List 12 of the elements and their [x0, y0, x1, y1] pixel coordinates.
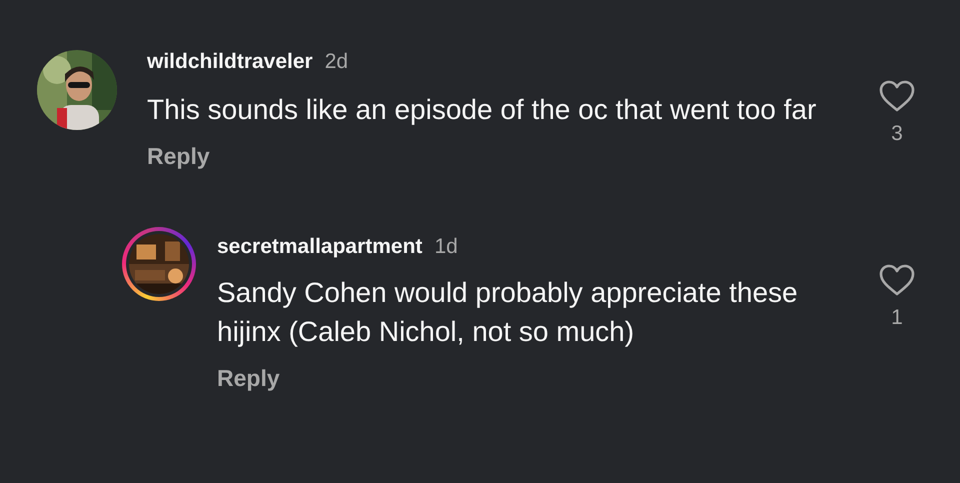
- heart-icon[interactable]: [879, 264, 915, 296]
- timestamp: 2d: [324, 50, 348, 74]
- reply-link[interactable]: Reply: [217, 365, 280, 391]
- comment-text: Sandy Cohen would probably appreciate these hijinx (Caleb Nichol, not so much): [217, 276, 799, 349]
- reply-link[interactable]: Reply: [147, 143, 210, 169]
- timestamp: 1d: [434, 235, 458, 259]
- like-count: 1: [891, 306, 903, 330]
- username[interactable]: secretmallapartment: [217, 235, 422, 259]
- heart-icon[interactable]: [879, 80, 915, 112]
- like-count: 3: [891, 122, 903, 146]
- username[interactable]: wildchildtraveler: [147, 50, 313, 74]
- comment-text: This sounds like an episode of the oc that went too far: [147, 93, 818, 127]
